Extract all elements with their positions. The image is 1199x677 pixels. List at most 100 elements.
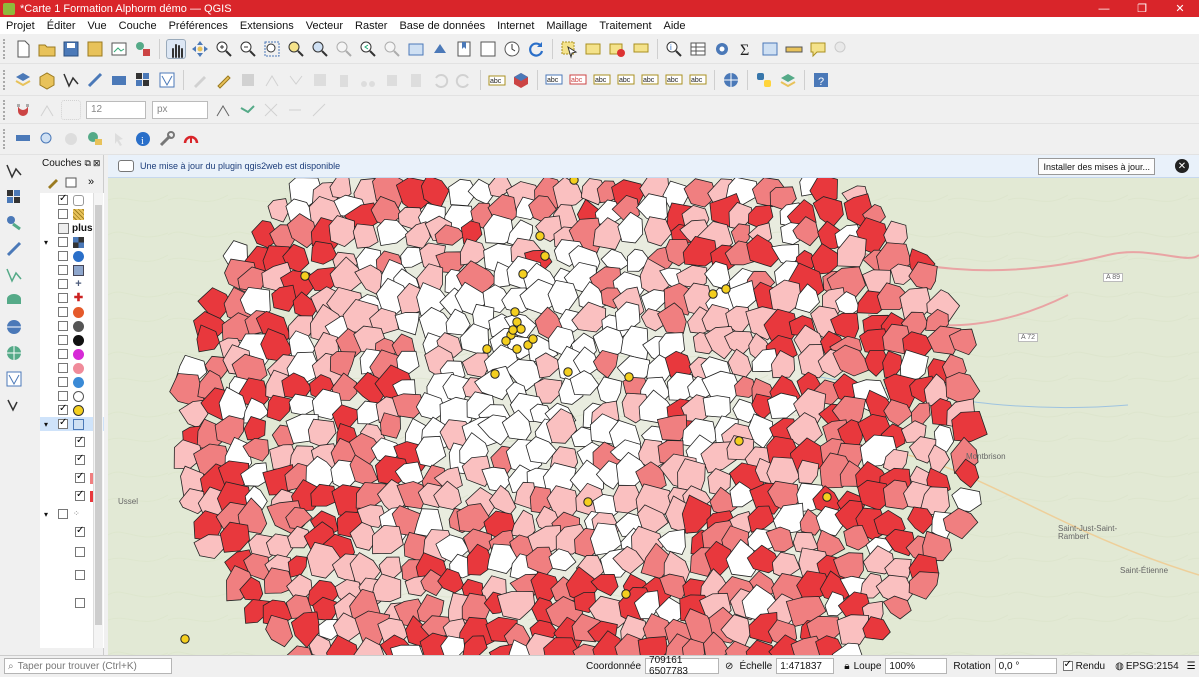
zoom-selection-icon[interactable] <box>286 39 306 59</box>
layer-visibility-checkbox[interactable] <box>58 209 68 219</box>
attribute-table-icon[interactable] <box>688 39 708 59</box>
lock-scale-icon[interactable]: 🔒︎ <box>844 661 849 672</box>
toggle-extents-icon[interactable]: ⊘ <box>725 661 733 672</box>
new-3d-view-icon[interactable] <box>430 39 450 59</box>
processing-toolbox-icon[interactable] <box>712 39 732 59</box>
class-visibility-checkbox[interactable] <box>75 547 85 557</box>
locator-search-field[interactable]: ⌕ Taper pour trouver (Ctrl+K) <box>4 658 172 674</box>
python-console-icon[interactable] <box>754 70 774 90</box>
toggle-editing-icon[interactable] <box>214 70 234 90</box>
georeferencer-icon[interactable] <box>85 129 105 149</box>
city-point[interactable] <box>535 231 545 241</box>
locator-zoom-icon[interactable] <box>832 39 852 59</box>
pin-labels-icon[interactable]: abc <box>544 70 564 90</box>
zoom-layer-icon[interactable] <box>310 39 330 59</box>
map-canvas[interactable]: Ussel Montbrison Saint-Just-Saint-Ramber… <box>108 155 1199 655</box>
city-point[interactable] <box>624 372 634 382</box>
identify-features-icon[interactable]: i <box>664 39 684 59</box>
menu-base-de-donnees[interactable]: Base de données <box>393 20 491 32</box>
new-geopackage-icon[interactable] <box>37 70 57 90</box>
redo-icon[interactable] <box>454 70 474 90</box>
add-wcs-icon[interactable] <box>4 317 24 337</box>
measure-line-icon[interactable] <box>784 39 804 59</box>
commune-polygon[interactable] <box>656 414 688 441</box>
float-panel-icon[interactable]: ⧉ <box>84 158 90 169</box>
layer-visibility-checkbox[interactable] <box>58 321 68 331</box>
expand-arrow-icon[interactable]: ▾ <box>44 510 48 519</box>
cut-features-icon[interactable] <box>358 70 378 90</box>
refresh-icon[interactable] <box>526 39 546 59</box>
class-visibility-checkbox[interactable] <box>75 525 85 537</box>
city-point[interactable] <box>501 336 511 346</box>
add-wfs-icon[interactable] <box>13 129 33 149</box>
layer-visibility-checkbox[interactable] <box>58 377 68 387</box>
change-label-icon[interactable]: abc <box>664 70 684 90</box>
settings-tools-icon[interactable] <box>157 129 177 149</box>
self-snapping-icon[interactable] <box>285 100 305 120</box>
zoom-last-icon[interactable] <box>358 39 378 59</box>
city-point[interactable] <box>300 271 310 281</box>
highlight-pinned-labels-icon[interactable]: abc <box>568 70 588 90</box>
rotate-label-icon[interactable]: abc <box>640 70 660 90</box>
digitize-icon[interactable] <box>262 70 282 90</box>
add-delimited-text-icon[interactable] <box>85 70 105 90</box>
coordinate-field[interactable]: 709161 6507783 <box>645 655 720 677</box>
paste-features-icon[interactable] <box>406 70 426 90</box>
minimize-button[interactable]: — <box>1085 0 1123 17</box>
menu-internet[interactable]: Internet <box>491 20 540 32</box>
city-point[interactable] <box>528 334 538 344</box>
maximize-button[interactable]: ❐ <box>1123 0 1161 17</box>
layer-visibility-checkbox[interactable] <box>58 335 68 345</box>
layer-visibility-checkbox[interactable] <box>58 251 68 261</box>
close-panel-icon[interactable]: ⊠ <box>93 158 101 169</box>
city-point[interactable] <box>563 367 573 377</box>
layer-visibility-checkbox[interactable] <box>58 391 68 401</box>
commune-polygon[interactable] <box>379 412 401 439</box>
add-postgis-icon[interactable] <box>4 213 24 233</box>
close-message-icon[interactable]: ✕ <box>1175 159 1189 173</box>
move-label-icon[interactable]: abc <box>592 70 612 90</box>
more-tools-icon[interactable]: » <box>88 176 94 188</box>
class-visibility-checkbox[interactable] <box>75 570 85 580</box>
add-vector-layer-side-icon[interactable] <box>4 161 24 181</box>
menu-vue[interactable]: Vue <box>82 20 113 32</box>
show-hide-labels-icon[interactable]: abc <box>616 70 636 90</box>
snapping-magnet-icon[interactable] <box>13 100 33 120</box>
zoom-full-icon[interactable] <box>262 39 282 59</box>
install-updates-button[interactable]: Installer des mises à jour... <box>1038 158 1155 175</box>
add-group-icon[interactable] <box>64 175 78 189</box>
topological-editing-icon[interactable] <box>213 100 233 120</box>
add-raster-side-icon[interactable] <box>4 187 24 207</box>
new-map-view-icon[interactable] <box>406 39 426 59</box>
toolbar-grip[interactable] <box>3 38 7 59</box>
deselect-all-icon[interactable] <box>607 39 627 59</box>
pan-to-selection-icon[interactable] <box>190 39 210 59</box>
current-edits-icon[interactable] <box>190 70 210 90</box>
layer-visibility-checkbox[interactable] <box>58 417 68 429</box>
snap-vertex-icon[interactable] <box>37 100 57 120</box>
class-visibility-checkbox[interactable] <box>75 598 85 608</box>
city-point[interactable] <box>508 325 518 335</box>
layer-visibility-checkbox[interactable] <box>58 509 68 519</box>
open-field-calculator-icon[interactable] <box>760 39 780 59</box>
geocode-icon[interactable] <box>61 129 81 149</box>
commune-polygon[interactable] <box>637 636 669 655</box>
add-wms-side-icon[interactable] <box>4 291 24 311</box>
layer-visibility-checkbox[interactable] <box>58 279 68 289</box>
avoid-overlap-icon[interactable] <box>261 100 281 120</box>
digitizing-cursor-icon[interactable] <box>109 129 129 149</box>
new-project-icon[interactable] <box>13 39 33 59</box>
map-svg[interactable] <box>108 155 1199 655</box>
class-visibility-checkbox[interactable] <box>75 453 85 465</box>
print-layout-icon[interactable] <box>109 39 129 59</box>
city-point[interactable] <box>621 589 631 599</box>
trace-icon[interactable] <box>309 100 329 120</box>
layer-stack-plugin-icon[interactable] <box>778 70 798 90</box>
add-vector-layer-icon[interactable] <box>61 70 81 90</box>
bookmark-icon[interactable] <box>454 39 474 59</box>
city-point[interactable] <box>734 436 744 446</box>
render-checkbox[interactable] <box>1062 659 1073 671</box>
city-point[interactable] <box>512 344 522 354</box>
toolbar-grip[interactable] <box>3 129 7 149</box>
zoom-out-icon[interactable] <box>238 39 258 59</box>
